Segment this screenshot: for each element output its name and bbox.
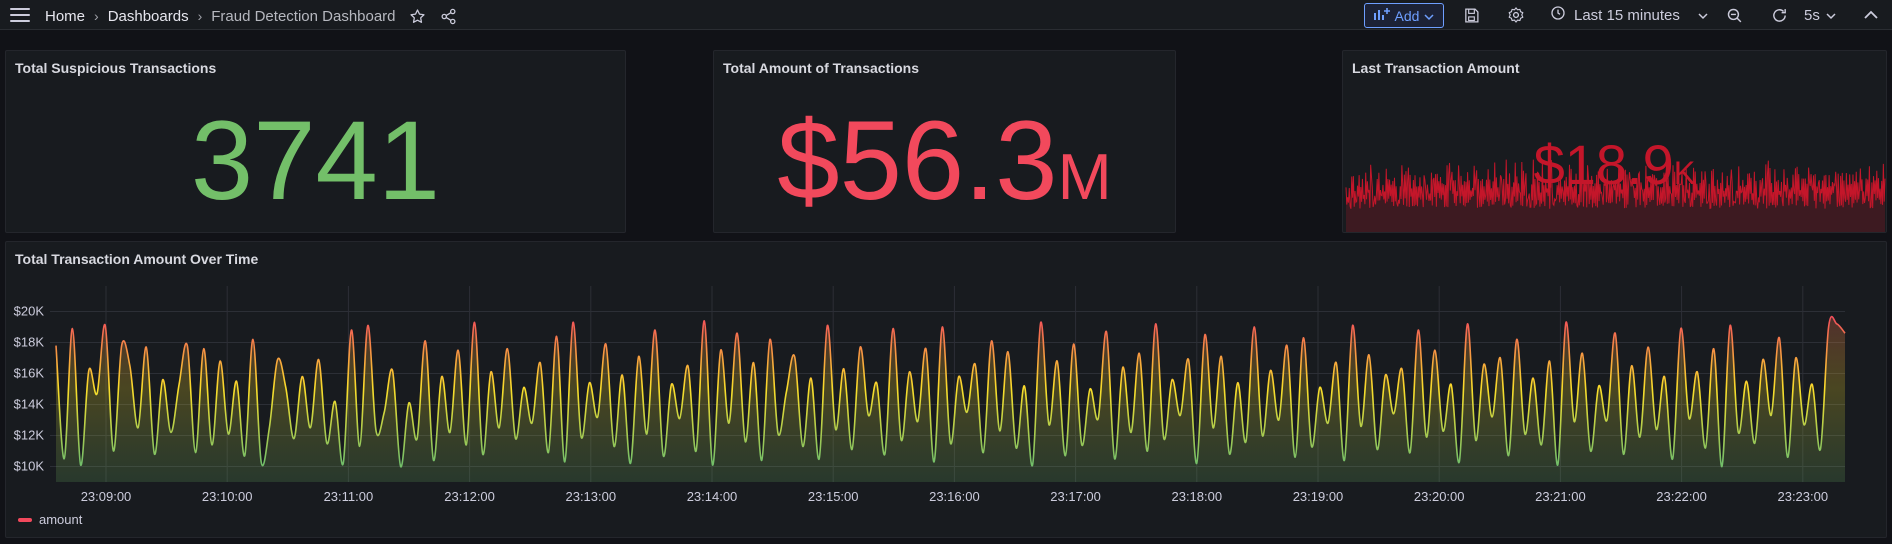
panel-total-amount-of-transactions[interactable]: Total Amount of Transactions $56.3M [713, 50, 1176, 233]
panel-title: Total Transaction Amount Over Time [15, 251, 259, 267]
chevron-down-icon [1826, 7, 1836, 24]
clock-icon [1550, 5, 1566, 25]
panel-total-suspicious-transactions[interactable]: Total Suspicious Transactions 3741 [5, 50, 626, 233]
legend-swatch [18, 517, 32, 522]
refresh-interval-label: 5s [1804, 6, 1820, 24]
share-icon[interactable] [440, 7, 458, 25]
breadcrumb-separator: › [94, 8, 99, 24]
refresh-icon[interactable] [1770, 6, 1788, 24]
chevron-down-icon [1698, 7, 1708, 24]
panel-last-transaction-amount[interactable]: Last Transaction Amount $18.9K [1342, 50, 1887, 233]
stat-value: $56.3M [714, 105, 1175, 232]
top-navbar: Home › Dashboards › Fraud Detection Dash… [0, 0, 1892, 30]
add-panel-icon [1373, 7, 1390, 24]
collapse-icon[interactable] [1862, 6, 1880, 24]
zoom-out-icon[interactable] [1725, 6, 1743, 24]
stat-number: $18.9 [1533, 133, 1674, 196]
panel-title: Total Suspicious Transactions [15, 60, 217, 76]
stat-number: $56.3 [777, 98, 1058, 223]
breadcrumb-separator: › [197, 8, 203, 24]
stat-value: $18.9K [1343, 135, 1886, 203]
breadcrumb: Home › Dashboards › Fraud Detection Dash… [45, 7, 458, 25]
menu-icon[interactable] [10, 8, 30, 22]
chevron-down-icon [1424, 8, 1434, 24]
breadcrumb-dashboards[interactable]: Dashboards [108, 8, 189, 25]
time-range-picker[interactable]: Last 15 minutes [1550, 5, 1708, 25]
legend-item-amount[interactable]: amount [18, 512, 82, 527]
refresh-interval-picker[interactable]: 5s [1804, 5, 1836, 25]
star-icon[interactable] [409, 7, 427, 25]
stat-value: 3741 [6, 105, 625, 217]
save-icon[interactable] [1462, 6, 1480, 24]
stat-unit: M [1057, 140, 1112, 213]
panel-total-transaction-amount-over-time[interactable]: Total Transaction Amount Over Time [5, 241, 1887, 538]
panel-title: Last Transaction Amount [1352, 60, 1520, 76]
add-button-label: Add [1394, 7, 1420, 24]
stat-number: 3741 [190, 98, 441, 223]
panel-title: Total Amount of Transactions [723, 60, 920, 76]
settings-icon[interactable] [1507, 6, 1525, 24]
time-range-label: Last 15 minutes [1574, 6, 1680, 24]
add-button[interactable]: Add [1364, 3, 1444, 28]
stat-unit: K [1673, 155, 1696, 191]
breadcrumb-home[interactable]: Home [45, 8, 85, 25]
breadcrumb-current-dashboard: Fraud Detection Dashboard [211, 7, 396, 25]
legend-label: amount [39, 512, 83, 527]
